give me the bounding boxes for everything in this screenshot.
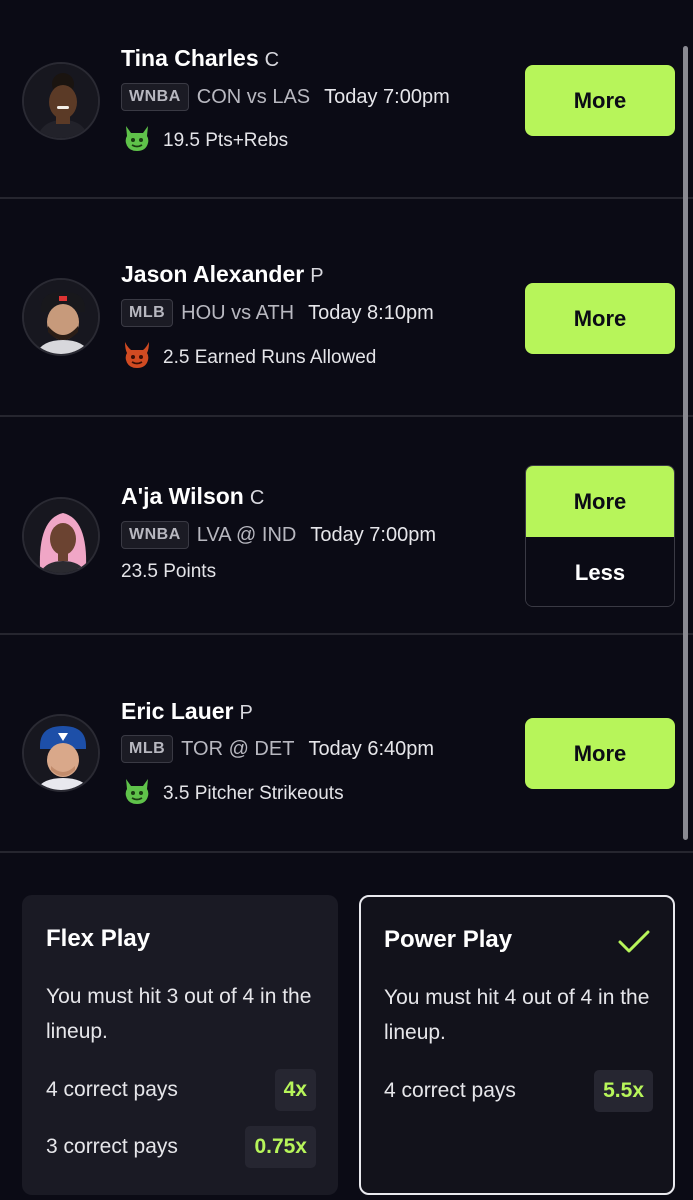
- game-info: WNBA CON vs LAS Today 7:00pm: [121, 83, 450, 111]
- player-avatar: [22, 278, 100, 356]
- pick-row[interactable]: Jason Alexander P MLB HOU vs ATH Today 8:…: [0, 199, 693, 417]
- card-title: Power Play: [384, 926, 513, 953]
- less-button[interactable]: Less: [526, 537, 674, 606]
- pick-row[interactable]: Tina Charles C WNBA CON vs LAS Today 7:00…: [0, 0, 693, 199]
- matchup: TOR @ DET: [181, 737, 295, 760]
- game-info: MLB HOU vs ATH Today 8:10pm: [121, 299, 434, 327]
- checkmark-icon: [618, 930, 650, 953]
- player-position: P: [310, 265, 324, 287]
- payout-row: 3 correct pays 0.75x: [46, 1125, 316, 1169]
- card-description: You must hit 3 out of 4 in the lineup.: [46, 985, 312, 1043]
- power-play-card[interactable]: Power Play You must hit 4 out of 4 in th…: [359, 895, 675, 1195]
- player-avatar: [22, 62, 100, 140]
- more-button[interactable]: More: [526, 466, 674, 537]
- pick-row[interactable]: A'ja Wilson C WNBA LVA @ IND Today 7:00pm…: [0, 417, 693, 635]
- lineup-screen: Tina Charles C WNBA CON vs LAS Today 7:00…: [0, 0, 693, 1200]
- demon-icon: [121, 339, 163, 376]
- payout-multiplier: 0.75x: [245, 1126, 316, 1168]
- matchup: LVA @ IND: [196, 523, 297, 546]
- player-position: P: [239, 702, 253, 724]
- scrollbar[interactable]: [683, 46, 688, 840]
- league-badge: WNBA: [121, 521, 189, 549]
- pick-row[interactable]: Eric Lauer P MLB TOR @ DET Today 6:40pm 3…: [0, 635, 693, 853]
- payout-label: 4 correct pays: [384, 1079, 516, 1102]
- stat-line: 19.5 Pts+Rebs: [163, 129, 289, 151]
- more-button[interactable]: More: [525, 65, 675, 136]
- game-time: Today 8:10pm: [308, 301, 434, 324]
- more-button[interactable]: More: [525, 283, 675, 354]
- stat-line: 23.5 Points: [121, 561, 217, 582]
- payout-row: 4 correct pays 5.5x: [384, 1069, 653, 1113]
- flex-play-card[interactable]: Flex Play You must hit 3 out of 4 in the…: [22, 895, 338, 1195]
- goblin-icon: [121, 775, 163, 812]
- card-title: Flex Play: [46, 925, 151, 952]
- matchup: CON vs LAS: [196, 85, 311, 108]
- matchup: HOU vs ATH: [181, 301, 295, 324]
- payout-label: 3 correct pays: [46, 1135, 178, 1158]
- stat-line: 3.5 Pitcher Strikeouts: [163, 782, 344, 804]
- player-name: Jason Alexander: [121, 261, 305, 287]
- stat-line: 2.5 Earned Runs Allowed: [163, 346, 377, 368]
- more-button[interactable]: More: [525, 718, 675, 789]
- goblin-icon: [121, 122, 163, 159]
- game-info: MLB TOR @ DET Today 6:40pm: [121, 735, 434, 763]
- player-position: C: [264, 49, 280, 71]
- payout-multiplier: 4x: [274, 1069, 316, 1111]
- player-avatar: [22, 714, 100, 792]
- league-badge: MLB: [121, 735, 174, 763]
- player-avatar: [22, 497, 100, 575]
- player-name: Eric Lauer: [121, 698, 234, 724]
- payout-row: 4 correct pays 4x: [46, 1068, 316, 1112]
- player-name: A'ja Wilson: [121, 483, 244, 509]
- card-description: You must hit 4 out of 4 in the lineup.: [384, 986, 650, 1044]
- game-time: Today 7:00pm: [310, 523, 436, 546]
- more-less-toggle: More Less: [525, 465, 675, 607]
- game-time: Today 7:00pm: [324, 85, 450, 108]
- player-position: C: [249, 487, 265, 509]
- payout-label: 4 correct pays: [46, 1078, 178, 1101]
- game-info: WNBA LVA @ IND Today 7:00pm: [121, 521, 436, 549]
- league-badge: MLB: [121, 299, 174, 327]
- player-name: Tina Charles: [121, 45, 259, 71]
- league-badge: WNBA: [121, 83, 189, 111]
- game-time: Today 6:40pm: [308, 737, 435, 760]
- payout-multiplier: 5.5x: [594, 1070, 653, 1112]
